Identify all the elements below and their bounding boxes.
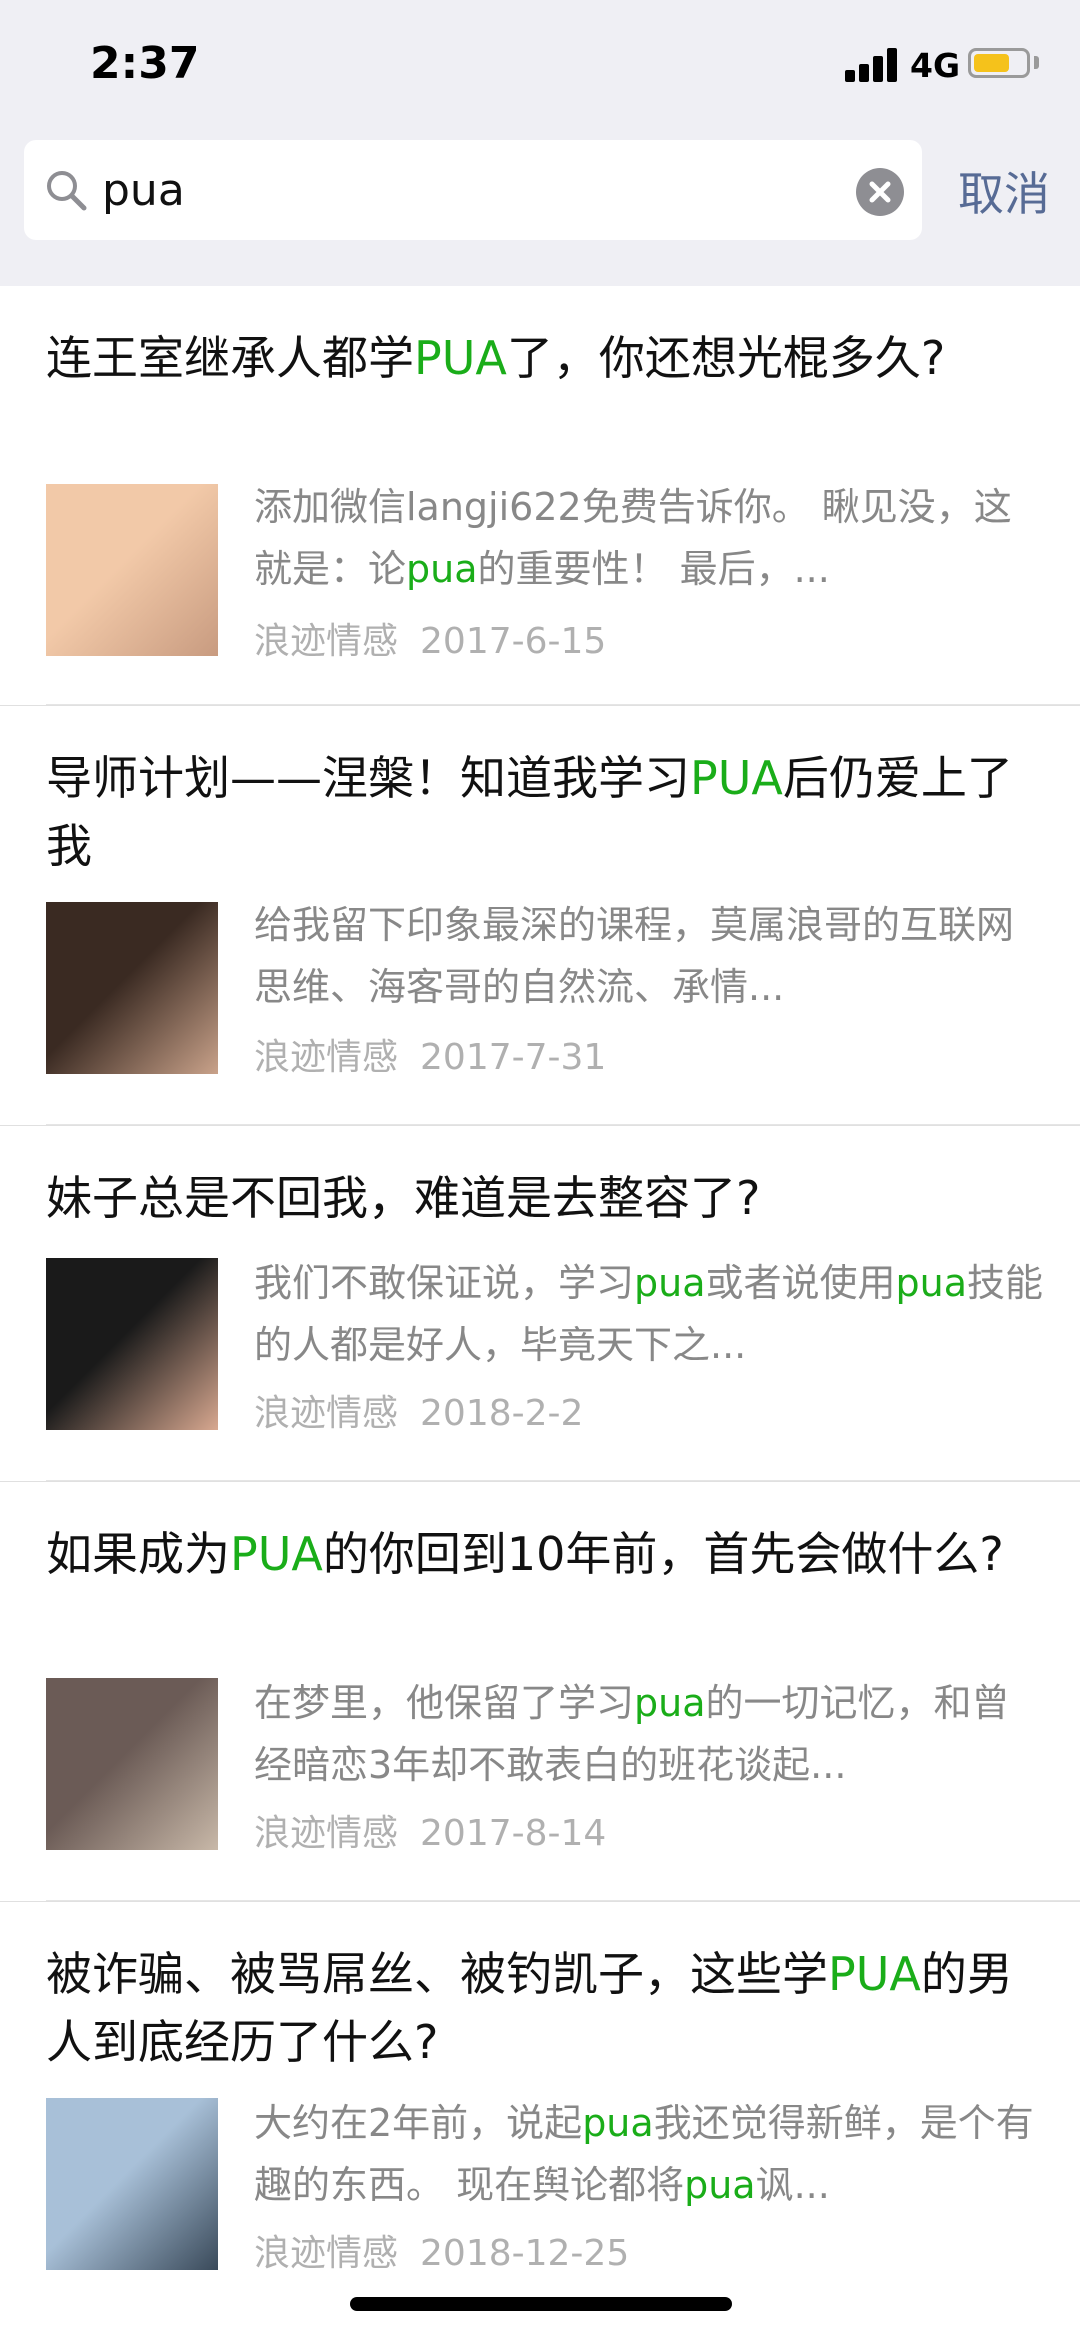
search-icon bbox=[47, 171, 87, 211]
result-thumbnail bbox=[46, 2098, 218, 2270]
status-bar: 2:37 4G bbox=[0, 0, 1080, 138]
result-date: 2017-6-15 bbox=[420, 621, 607, 662]
result-meta: 浪迹情感 2017-7-31 bbox=[254, 1028, 606, 1080]
result-thumbnail bbox=[46, 1678, 218, 1850]
result-title: 妹子总是不回我，难道是去整容了? bbox=[46, 1171, 761, 1225]
network-type: 4G bbox=[910, 46, 961, 85]
divider bbox=[46, 1124, 1080, 1125]
result-source: 浪迹情感 bbox=[254, 2233, 399, 2274]
result-date: 2017-7-31 bbox=[420, 1037, 607, 1078]
result-thumbnail bbox=[46, 484, 218, 656]
result-item[interactable]: 被诈骗、被骂屌丝、被钓凯子，这些学PUA的男人到底经历了什么? 大约在2年前，说… bbox=[0, 1902, 1080, 2322]
home-indicator[interactable] bbox=[350, 2297, 732, 2311]
result-meta: 浪迹情感 2017-6-15 bbox=[254, 612, 606, 664]
battery-tip bbox=[1034, 56, 1039, 69]
result-source: 浪迹情感 bbox=[254, 621, 399, 662]
result-meta: 浪迹情感 2018-2-2 bbox=[254, 1384, 583, 1436]
result-source: 浪迹情感 bbox=[254, 1037, 399, 1078]
result-title: 连王室继承人都学PUA了，你还想光棍多久? bbox=[46, 331, 946, 385]
battery-icon bbox=[968, 48, 1030, 78]
result-item[interactable]: 如果成为PUA的你回到10年前，首先会做什么? 在梦里，他保留了学习pua的一切… bbox=[0, 1482, 1080, 1902]
clear-search-icon[interactable] bbox=[856, 168, 904, 216]
result-thumbnail bbox=[46, 902, 218, 1074]
divider bbox=[46, 704, 1080, 705]
search-box[interactable] bbox=[24, 140, 922, 240]
search-input[interactable] bbox=[102, 158, 862, 222]
result-date: 2017-8-14 bbox=[420, 1813, 607, 1854]
search-results: 连王室继承人都学PUA了，你还想光棍多久? 添加微信langji622免费告诉你… bbox=[0, 286, 1080, 2322]
divider bbox=[46, 1900, 1080, 1901]
result-title: 如果成为PUA的你回到10年前，首先会做什么? bbox=[46, 1527, 1004, 1581]
result-meta: 浪迹情感 2018-12-25 bbox=[254, 2224, 629, 2276]
result-date: 2018-2-2 bbox=[420, 1393, 584, 1434]
battery-level bbox=[974, 54, 1009, 72]
result-description: 大约在2年前，说起pua我还觉得新鲜，是个有趣的东西。 现在舆论都将pua讽..… bbox=[254, 2101, 1034, 2207]
result-description: 在梦里，他保留了学习pua的一切记忆，和曾经暗恋3年却不敢表白的班花谈起... bbox=[254, 1681, 1010, 1787]
divider bbox=[46, 1480, 1080, 1481]
result-description: 给我留下印象最深的课程，莫属浪哥的互联网思维、海客哥的自然流、承情... bbox=[254, 903, 1015, 1009]
result-thumbnail bbox=[46, 1258, 218, 1430]
result-source: 浪迹情感 bbox=[254, 1813, 399, 1854]
result-item[interactable]: 妹子总是不回我，难道是去整容了? 我们不敢保证说，学习pua或者说使用pua技能… bbox=[0, 1126, 1080, 1482]
result-date: 2018-12-25 bbox=[420, 2233, 630, 2274]
result-meta: 浪迹情感 2017-8-14 bbox=[254, 1804, 606, 1856]
result-source: 浪迹情感 bbox=[254, 1393, 399, 1434]
cellular-signal-icon bbox=[845, 46, 897, 82]
result-title: 导师计划——涅槃！知道我学习PUA后仍爱上了我 bbox=[46, 751, 1013, 873]
result-description: 添加微信langji622免费告诉你。 瞅见没，这就是：论pua的重要性！ 最后… bbox=[254, 485, 1012, 591]
result-item[interactable]: 连王室继承人都学PUA了，你还想光棍多久? 添加微信langji622免费告诉你… bbox=[0, 286, 1080, 706]
result-title: 被诈骗、被骂屌丝、被钓凯子，这些学PUA的男人到底经历了什么? bbox=[46, 1947, 1013, 2069]
result-item[interactable]: 导师计划——涅槃！知道我学习PUA后仍爱上了我 给我留下印象最深的课程，莫属浪哥… bbox=[0, 706, 1080, 1126]
result-description: 我们不敢保证说，学习pua或者说使用pua技能的人都是好人，毕竟天下之... bbox=[254, 1261, 1044, 1367]
cancel-button[interactable]: 取消 bbox=[958, 158, 1050, 224]
search-bar: 取消 bbox=[0, 138, 1080, 286]
status-time: 2:37 bbox=[90, 38, 200, 89]
